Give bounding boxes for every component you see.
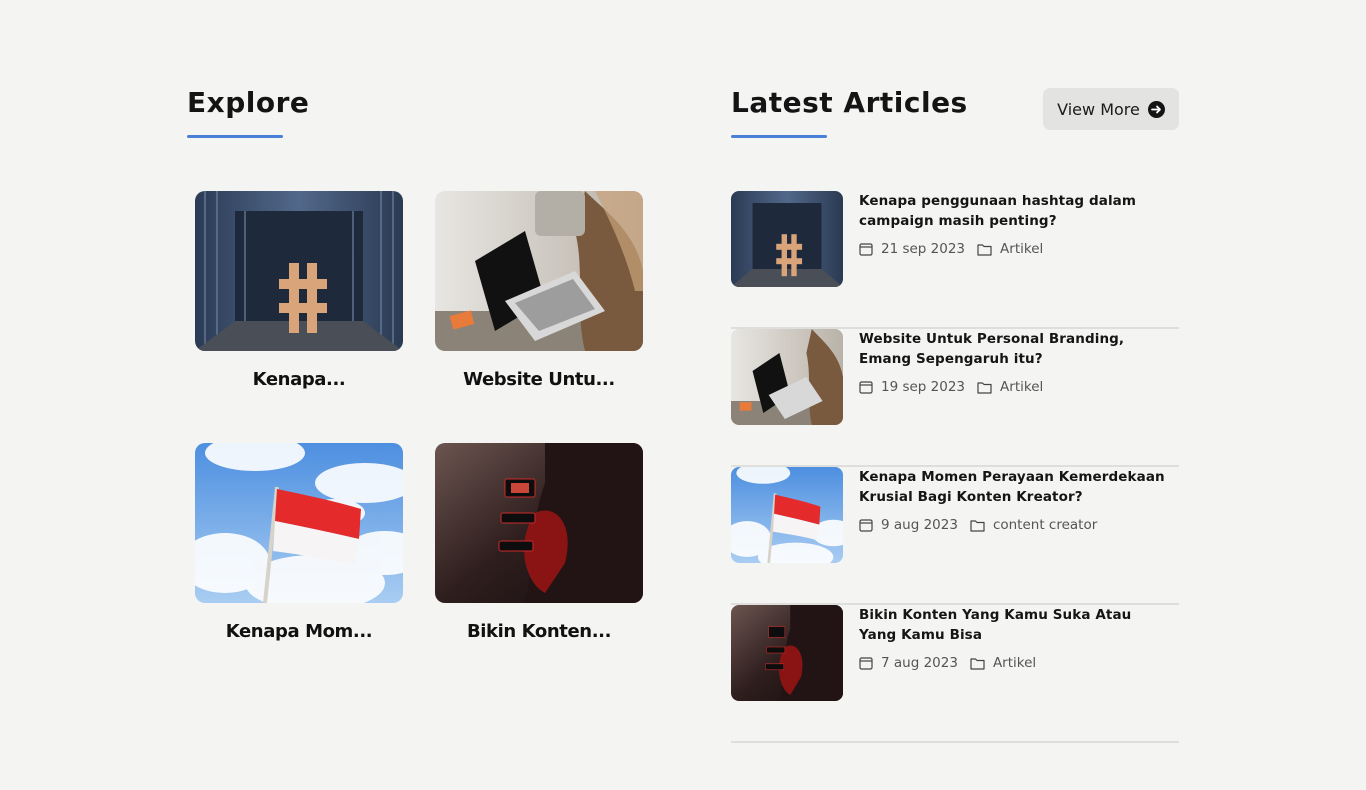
explore-card-title[interactable]: Bikin Konten... bbox=[435, 621, 643, 642]
explore-grid: Kenapa... Website Untu... Kenapa Mom... … bbox=[195, 191, 643, 695]
view-more-label: View More bbox=[1057, 99, 1140, 119]
calendar-icon bbox=[859, 518, 873, 532]
explore-title: Explore bbox=[187, 86, 310, 119]
article-category[interactable]: Artikel bbox=[1000, 241, 1043, 257]
explore-card[interactable]: Website Untu... bbox=[435, 191, 643, 443]
article-title[interactable]: Kenapa Momen Perayaan Kemerdekaan Krusia… bbox=[859, 467, 1169, 507]
explore-card[interactable]: Kenapa... bbox=[195, 191, 403, 443]
hashtag-photo[interactable] bbox=[731, 191, 843, 287]
article-title[interactable]: Kenapa penggunaan hashtag dalam campaign… bbox=[859, 191, 1169, 231]
article-date: 21 sep 2023 bbox=[881, 241, 966, 257]
article-category[interactable]: content creator bbox=[993, 517, 1097, 533]
folder-icon bbox=[977, 381, 992, 394]
article-title[interactable]: Bikin Konten Yang Kamu Suka Atau Yang Ka… bbox=[859, 605, 1169, 645]
article-category[interactable]: Artikel bbox=[1000, 379, 1043, 395]
article-category[interactable]: Artikel bbox=[993, 655, 1036, 671]
article-title[interactable]: Website Untuk Personal Branding, Emang S… bbox=[859, 329, 1169, 369]
laptop-photo[interactable] bbox=[435, 191, 643, 351]
explore-card-title[interactable]: Kenapa... bbox=[195, 369, 403, 390]
flag-photo[interactable] bbox=[731, 467, 843, 563]
calendar-icon bbox=[859, 242, 873, 256]
explore-card-title[interactable]: Kenapa Mom... bbox=[195, 621, 403, 642]
explore-card[interactable]: Kenapa Mom... bbox=[195, 443, 403, 695]
folder-icon bbox=[970, 519, 985, 532]
article-date: 9 aug 2023 bbox=[881, 517, 958, 533]
folder-icon bbox=[977, 243, 992, 256]
arrow-right-icon bbox=[1147, 100, 1165, 118]
article-date: 19 sep 2023 bbox=[881, 379, 966, 395]
latest-articles-section: Latest Articles View More bbox=[731, 86, 1179, 138]
article-item[interactable]: Kenapa penggunaan hashtag dalam campaign… bbox=[731, 191, 1179, 329]
creator-photo[interactable] bbox=[435, 443, 643, 603]
creator-photo[interactable] bbox=[731, 605, 843, 701]
article-date: 7 aug 2023 bbox=[881, 655, 958, 671]
flag-photo[interactable] bbox=[195, 443, 403, 603]
laptop-photo[interactable] bbox=[731, 329, 843, 425]
calendar-icon bbox=[859, 656, 873, 670]
articles-list: Kenapa penggunaan hashtag dalam campaign… bbox=[731, 191, 1179, 743]
latest-title-underline bbox=[731, 135, 827, 138]
explore-section: Explore bbox=[187, 86, 657, 138]
article-item[interactable]: Website Untuk Personal Branding, Emang S… bbox=[731, 329, 1179, 467]
hashtag-photo[interactable] bbox=[195, 191, 403, 351]
explore-title-underline bbox=[187, 135, 283, 138]
view-more-button[interactable]: View More bbox=[1043, 88, 1179, 130]
folder-icon bbox=[970, 657, 985, 670]
article-item[interactable]: Kenapa Momen Perayaan Kemerdekaan Krusia… bbox=[731, 467, 1179, 605]
calendar-icon bbox=[859, 380, 873, 394]
explore-card-title[interactable]: Website Untu... bbox=[435, 369, 643, 390]
article-item[interactable]: Bikin Konten Yang Kamu Suka Atau Yang Ka… bbox=[731, 605, 1179, 743]
explore-card[interactable]: Bikin Konten... bbox=[435, 443, 643, 695]
